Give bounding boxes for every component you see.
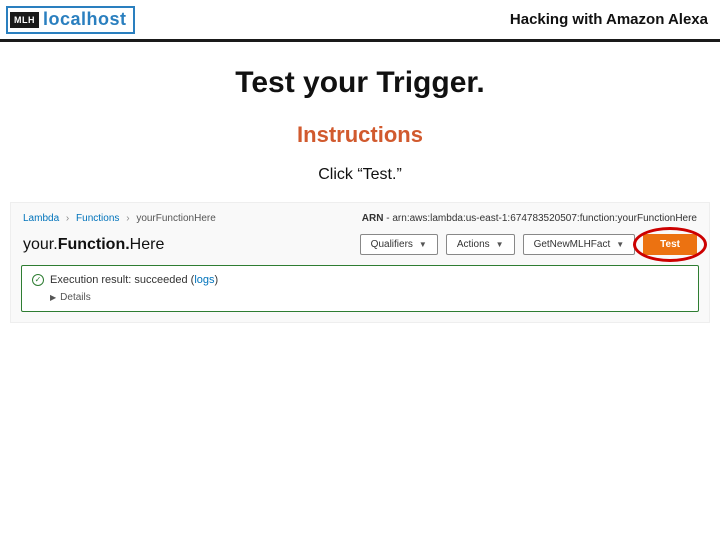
page-title: Test your Trigger. xyxy=(0,66,720,100)
mlh-localhost-logo: MLH localhost xyxy=(6,6,135,34)
result-line: ✓ Execution result: succeeded (logs) xyxy=(32,274,688,286)
instruction-text: Click “Test.” xyxy=(0,166,720,184)
qualifiers-label: Qualifiers xyxy=(371,239,413,250)
breadcrumb-row: Lambda › Functions › yourFunctionHere AR… xyxy=(21,211,699,232)
arn-label: ARN xyxy=(362,213,384,224)
logo-badge: MLH xyxy=(10,12,39,28)
qualifiers-dropdown[interactable]: Qualifiers ▼ xyxy=(360,234,438,255)
breadcrumb: Lambda › Functions › yourFunctionHere xyxy=(23,213,216,224)
lambda-console-screenshot: Lambda › Functions › yourFunctionHere AR… xyxy=(10,202,710,323)
function-name: your.Function.Here xyxy=(23,236,352,254)
chevron-right-icon: › xyxy=(126,213,129,224)
result-prefix: Execution result: xyxy=(50,274,134,286)
execution-result-panel: ✓ Execution result: succeeded (logs) ▶ De… xyxy=(21,265,699,312)
test-button[interactable]: Test xyxy=(643,234,697,255)
crumb-lambda[interactable]: Lambda xyxy=(23,213,59,224)
caret-down-icon: ▼ xyxy=(616,240,624,249)
header-title: Hacking with Amazon Alexa xyxy=(510,11,714,28)
logs-link[interactable]: logs xyxy=(194,274,214,286)
details-label: Details xyxy=(60,292,91,303)
test-button-highlight: Test xyxy=(643,234,697,255)
arn-value: arn:aws:lambda:us-east-1:674783520507:fu… xyxy=(392,213,697,224)
crumb-current: yourFunctionHere xyxy=(136,213,215,224)
result-status: succeeded xyxy=(134,274,187,286)
slide-content: Test your Trigger. Instructions Click “T… xyxy=(0,42,720,184)
instructions-heading: Instructions xyxy=(0,122,720,148)
check-circle-icon: ✓ xyxy=(32,274,44,286)
chevron-right-icon: › xyxy=(66,213,69,224)
arn-display: ARN - arn:aws:lambda:us-east-1:674783520… xyxy=(362,213,697,224)
crumb-functions[interactable]: Functions xyxy=(76,213,119,224)
triangle-right-icon: ▶ xyxy=(50,293,56,302)
actions-dropdown[interactable]: Actions ▼ xyxy=(446,234,515,255)
test-event-selector[interactable]: GetNewMLHFact ▼ xyxy=(523,234,636,255)
logo-text: localhost xyxy=(43,9,127,30)
function-toolbar: your.Function.Here Qualifiers ▼ Actions … xyxy=(21,232,699,265)
actions-label: Actions xyxy=(457,239,490,250)
caret-down-icon: ▼ xyxy=(419,240,427,249)
test-event-label: GetNewMLHFact xyxy=(534,239,611,250)
details-toggle[interactable]: ▶ Details xyxy=(32,292,688,303)
caret-down-icon: ▼ xyxy=(496,240,504,249)
slide-header: MLH localhost Hacking with Amazon Alexa xyxy=(0,0,720,42)
